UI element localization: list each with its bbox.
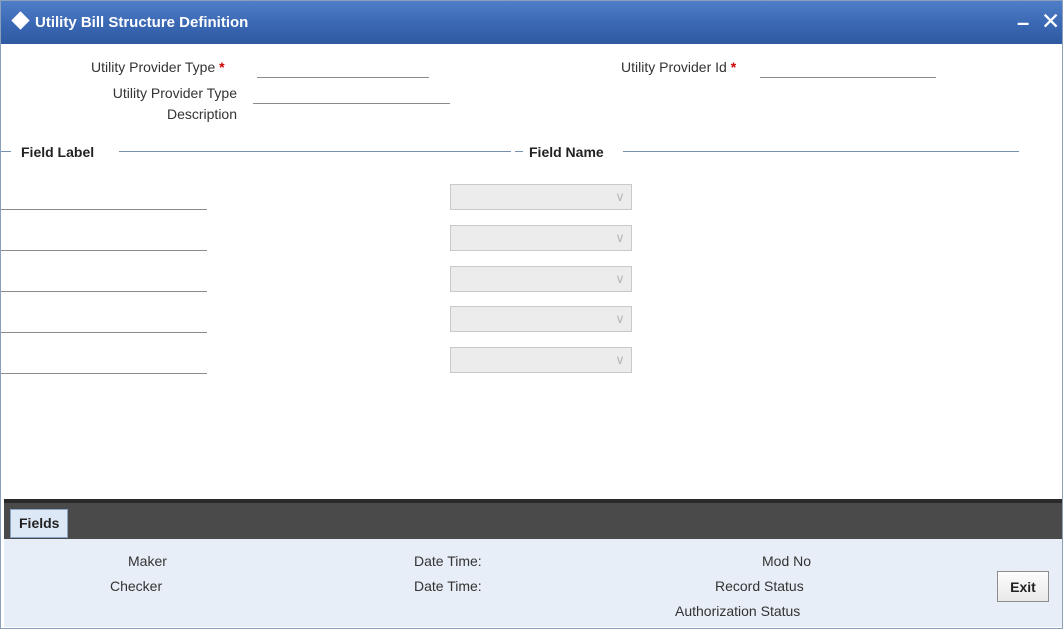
field-name-heading: Field Name xyxy=(525,144,608,160)
section-rule xyxy=(1,151,11,152)
window-title: Utility Bill Structure Definition xyxy=(35,14,249,31)
title-bar[interactable]: Utility Bill Structure Definition – ✕ xyxy=(1,1,1062,44)
tab-bar: Fields xyxy=(4,499,1062,539)
authorization-status-label: Authorization Status xyxy=(675,603,801,619)
minimize-button[interactable]: – xyxy=(1017,10,1029,36)
field-name-select-2[interactable]: ∨ xyxy=(450,225,632,251)
field-label-input-4[interactable] xyxy=(1,309,207,333)
record-status-label: Record Status xyxy=(715,578,804,594)
chevron-down-icon: ∨ xyxy=(615,311,625,326)
provider-type-desc-label-line2: Description xyxy=(166,106,237,122)
exit-button[interactable]: Exit xyxy=(997,571,1049,602)
provider-id-label: Utility Provider Id * xyxy=(621,59,737,75)
field-name-select-1[interactable]: ∨ xyxy=(450,184,632,210)
field-name-select-3[interactable]: ∨ xyxy=(450,266,632,292)
field-label-input-3[interactable] xyxy=(1,268,207,292)
provider-id-input[interactable] xyxy=(760,56,936,78)
maker-date-time-label: Date Time: xyxy=(414,553,482,569)
section-rule xyxy=(119,151,511,152)
audit-panel: Maker Checker Date Time: Date Time: Mod … xyxy=(4,539,1062,627)
section-rule xyxy=(623,151,1019,152)
field-label-input-2[interactable] xyxy=(1,227,207,251)
provider-type-label: Utility Provider Type * xyxy=(91,59,225,75)
diamond-icon xyxy=(11,11,30,30)
field-label-input-1[interactable] xyxy=(1,186,207,210)
maker-label: Maker xyxy=(128,553,167,569)
chevron-down-icon: ∨ xyxy=(615,189,625,204)
section-rule xyxy=(515,151,523,152)
mod-no-label: Mod No xyxy=(762,553,812,569)
provider-type-desc-label-line1: Utility Provider Type xyxy=(112,85,237,101)
field-label-input-5[interactable] xyxy=(1,350,207,374)
required-marker: * xyxy=(730,59,737,75)
chevron-down-icon: ∨ xyxy=(615,271,625,286)
provider-type-desc-input[interactable] xyxy=(253,82,450,104)
chevron-down-icon: ∨ xyxy=(615,230,625,245)
provider-type-input[interactable] xyxy=(257,56,429,78)
section-headings: Field Label Field Name xyxy=(1,144,1021,160)
close-icon[interactable]: ✕ xyxy=(1041,8,1060,35)
chevron-down-icon: ∨ xyxy=(615,352,625,367)
checker-label: Checker xyxy=(110,578,163,594)
checker-date-time-label: Date Time: xyxy=(414,578,482,594)
required-marker: * xyxy=(219,59,225,75)
tab-fields[interactable]: Fields xyxy=(10,509,69,538)
utility-bill-structure-window: Utility Bill Structure Definition – ✕ Ut… xyxy=(0,0,1063,629)
field-name-select-5[interactable]: ∨ xyxy=(450,347,632,373)
field-name-select-4[interactable]: ∨ xyxy=(450,306,632,332)
field-label-heading: Field Label xyxy=(17,144,99,160)
